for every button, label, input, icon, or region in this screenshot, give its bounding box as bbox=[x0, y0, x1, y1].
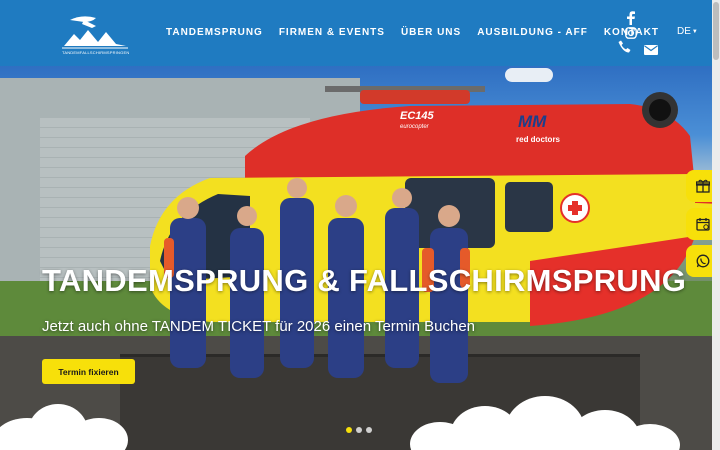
carousel-dot-2[interactable] bbox=[356, 427, 362, 433]
nav-ueber-uns[interactable]: ÜBER UNS bbox=[401, 27, 461, 38]
language-selector[interactable]: DE▼ bbox=[677, 26, 698, 37]
hero-title: TANDEMSPRUNG & FALLSCHIRMSPRUNG bbox=[42, 263, 687, 298]
social-links bbox=[616, 11, 660, 55]
main-nav: TANDEMSPRUNG FIRMEN & EVENTS ÜBER UNS AU… bbox=[166, 27, 675, 38]
page-scrollbar[interactable] bbox=[712, 0, 720, 450]
operator-sub-label: red doctors bbox=[516, 135, 561, 144]
mail-icon[interactable] bbox=[644, 42, 658, 60]
helicopter-brand-label: eurocopter bbox=[400, 124, 429, 130]
book-appointment-button[interactable]: Termin fixieren bbox=[42, 359, 135, 384]
carousel-dot-1[interactable] bbox=[346, 427, 352, 433]
nav-ausbildung-aff[interactable]: AUSBILDUNG - AFF bbox=[477, 27, 588, 38]
scrollbar-thumb[interactable] bbox=[713, 2, 719, 60]
operator-logo-label: MM bbox=[518, 112, 547, 131]
site-header: TANDEMFALLSCHIRMSPRINGEN TANDEMSPRUNG FI… bbox=[0, 0, 720, 66]
nav-tandemsprung[interactable]: TANDEMSPRUNG bbox=[166, 27, 263, 38]
sky-cloud bbox=[505, 68, 553, 82]
skydiver-over-mountains-logo bbox=[62, 16, 128, 49]
chevron-down-icon: ▼ bbox=[691, 29, 698, 35]
calendar-icon bbox=[696, 218, 710, 231]
logo-text: TANDEMFALLSCHIRMSPRINGEN bbox=[62, 50, 130, 55]
carousel-indicators bbox=[346, 427, 372, 433]
phone-icon[interactable] bbox=[618, 40, 631, 58]
logo[interactable]: TANDEMFALLSCHIRMSPRINGEN bbox=[62, 12, 130, 58]
carousel-dot-3[interactable] bbox=[366, 427, 372, 433]
helicopter-model-label: EC145 bbox=[400, 110, 434, 122]
hero-slider: EC145 eurocopter MM red doctors TANDEMSP… bbox=[0, 66, 720, 450]
hero-subtitle: Jetzt auch ohne TANDEM TICKET für 2026 e… bbox=[42, 318, 476, 335]
whatsapp-icon bbox=[696, 254, 710, 268]
gift-icon bbox=[696, 179, 710, 193]
language-label: DE bbox=[677, 26, 691, 37]
nav-firmen-events[interactable]: FIRMEN & EVENTS bbox=[279, 27, 385, 38]
